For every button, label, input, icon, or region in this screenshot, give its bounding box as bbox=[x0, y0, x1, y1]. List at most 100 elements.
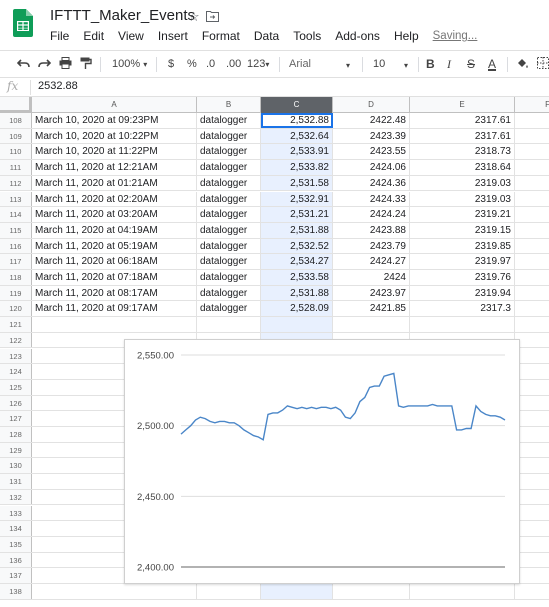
menu-insert[interactable]: Insert bbox=[151, 28, 195, 44]
cell-value-e[interactable]: 2319.85 bbox=[410, 238, 515, 254]
cell-value-c[interactable]: 2,532.64 bbox=[261, 128, 333, 144]
column-header-d[interactable]: D bbox=[333, 97, 410, 113]
row-number[interactable]: 132 bbox=[0, 489, 32, 505]
cell-value-c[interactable]: 2,533.82 bbox=[261, 160, 333, 175]
cell-value-e[interactable]: 2317.61 bbox=[410, 113, 515, 128]
font-size-select[interactable]: 10 bbox=[373, 56, 385, 72]
cell-timestamp[interactable]: March 11, 2020 at 05:19AM bbox=[32, 238, 197, 254]
row-number[interactable]: 115 bbox=[0, 222, 32, 238]
row-number[interactable]: 129 bbox=[0, 442, 32, 458]
cell-empty-f[interactable] bbox=[515, 270, 549, 285]
font-chevron-down-icon[interactable]: ▾ bbox=[346, 58, 350, 74]
cell-value-e[interactable]: 2319.76 bbox=[410, 270, 515, 285]
row-number[interactable]: 116 bbox=[0, 238, 32, 254]
cell-source[interactable]: datalogger bbox=[197, 270, 261, 285]
row-number[interactable]: 117 bbox=[0, 254, 32, 269]
cell-value-e[interactable] bbox=[410, 584, 515, 599]
menu-view[interactable]: View bbox=[111, 28, 151, 44]
redo-icon[interactable] bbox=[38, 57, 51, 69]
cell-source[interactable]: datalogger bbox=[197, 113, 261, 128]
cell-timestamp[interactable]: March 11, 2020 at 04:19AM bbox=[32, 222, 197, 238]
row-number[interactable]: 138 bbox=[0, 584, 32, 599]
borders-icon[interactable] bbox=[537, 57, 549, 69]
cell-timestamp[interactable]: March 11, 2020 at 09:17AM bbox=[32, 301, 197, 317]
menu-addons[interactable]: Add-ons bbox=[328, 28, 387, 44]
move-to-folder-icon[interactable] bbox=[206, 9, 219, 22]
row-number[interactable]: 121 bbox=[0, 317, 32, 332]
cell-empty-f[interactable] bbox=[515, 160, 549, 175]
font-family-select[interactable]: Arial bbox=[289, 56, 311, 72]
cell-value-c[interactable]: 2,531.58 bbox=[261, 175, 333, 191]
menu-data[interactable]: Data bbox=[247, 28, 286, 44]
cell-empty-f[interactable] bbox=[515, 129, 549, 144]
cell-timestamp[interactable]: March 11, 2020 at 02:20AM bbox=[32, 191, 197, 207]
cell-value-d[interactable]: 2422.48 bbox=[333, 113, 410, 128]
row-number[interactable]: 109 bbox=[0, 128, 32, 144]
cell-source[interactable]: datalogger bbox=[197, 285, 261, 301]
cell-value-d[interactable]: 2423.39 bbox=[333, 128, 410, 144]
row-number[interactable]: 125 bbox=[0, 379, 32, 395]
cell-value-e[interactable]: 2319.21 bbox=[410, 207, 515, 222]
cell-timestamp[interactable]: March 11, 2020 at 07:18AM bbox=[32, 270, 197, 285]
column-header-b[interactable]: B bbox=[197, 97, 261, 113]
cell-value-e[interactable]: 2319.97 bbox=[410, 254, 515, 269]
zoom-select[interactable]: 100% ▾ bbox=[112, 56, 147, 73]
cell-value-d[interactable] bbox=[333, 317, 410, 332]
row-number[interactable]: 130 bbox=[0, 458, 32, 474]
menu-edit[interactable]: Edit bbox=[76, 28, 111, 44]
cell-value-c[interactable]: 2,531.88 bbox=[261, 222, 333, 238]
more-formats-select[interactable]: 123▾ bbox=[247, 56, 269, 73]
cell-value-d[interactable]: 2423.79 bbox=[333, 238, 410, 254]
column-header-c[interactable]: C bbox=[261, 97, 333, 113]
print-icon[interactable] bbox=[59, 57, 72, 69]
cell-source[interactable] bbox=[197, 317, 261, 332]
cell-timestamp[interactable]: March 11, 2020 at 03:20AM bbox=[32, 207, 197, 222]
cell-timestamp[interactable]: March 10, 2020 at 09:23PM bbox=[32, 113, 197, 128]
cell-timestamp[interactable]: March 11, 2020 at 12:21AM bbox=[32, 160, 197, 175]
row-number[interactable]: 118 bbox=[0, 270, 32, 285]
cell-value-c[interactable]: 2,533.58 bbox=[261, 270, 333, 285]
cell-value-d[interactable]: 2423.55 bbox=[333, 144, 410, 160]
cell-value-e[interactable]: 2319.03 bbox=[410, 175, 515, 191]
cell-timestamp[interactable]: March 10, 2020 at 10:22PM bbox=[32, 128, 197, 144]
cell-value-e[interactable]: 2318.73 bbox=[410, 144, 515, 160]
select-all-corner[interactable] bbox=[0, 97, 32, 113]
increase-decimal-button[interactable]: .00 bbox=[226, 56, 241, 72]
row-number[interactable]: 113 bbox=[0, 191, 32, 207]
cell-timestamp[interactable]: March 10, 2020 at 11:22PM bbox=[32, 144, 197, 160]
column-header-f[interactable]: F bbox=[515, 97, 549, 113]
cell-empty-f[interactable] bbox=[515, 584, 549, 599]
currency-format-button[interactable]: $ bbox=[168, 56, 174, 72]
cell-empty-f[interactable] bbox=[515, 207, 549, 222]
cell-value-e[interactable]: 2317.61 bbox=[410, 128, 515, 144]
text-color-button[interactable]: A bbox=[488, 56, 496, 72]
font-size-chevron-down-icon[interactable]: ▾ bbox=[404, 58, 408, 74]
column-header-a[interactable]: A bbox=[32, 97, 197, 113]
cell-timestamp[interactable]: March 11, 2020 at 08:17AM bbox=[32, 285, 197, 301]
row-number[interactable]: 136 bbox=[0, 552, 32, 568]
cell-empty-f[interactable] bbox=[515, 317, 549, 332]
cell-value-c[interactable]: 2,534.27 bbox=[261, 254, 333, 269]
cell-timestamp[interactable] bbox=[32, 584, 197, 599]
cell-source[interactable]: datalogger bbox=[197, 191, 261, 207]
row-number[interactable]: 127 bbox=[0, 411, 32, 426]
cell-source[interactable]: datalogger bbox=[197, 207, 261, 222]
cell-empty-f[interactable] bbox=[515, 176, 549, 191]
paint-format-icon[interactable] bbox=[80, 57, 92, 70]
cell-timestamp[interactable]: March 11, 2020 at 06:18AM bbox=[32, 254, 197, 269]
row-number[interactable]: 123 bbox=[0, 348, 32, 364]
column-header-e[interactable]: E bbox=[410, 97, 515, 113]
series-line[interactable] bbox=[180, 372, 506, 441]
cell-value-c[interactable]: 2,533.91 bbox=[261, 144, 333, 160]
cell-timestamp[interactable] bbox=[32, 317, 197, 332]
cell-value-d[interactable]: 2423.88 bbox=[333, 222, 410, 238]
strikethrough-button[interactable]: S bbox=[467, 56, 475, 72]
cell-value-c[interactable] bbox=[261, 317, 333, 332]
cell-source[interactable]: datalogger bbox=[197, 144, 261, 160]
cell-source[interactable]: datalogger bbox=[197, 301, 261, 317]
menu-format[interactable]: Format bbox=[195, 28, 247, 44]
row-number[interactable]: 124 bbox=[0, 364, 32, 379]
save-status[interactable]: Saving... bbox=[433, 28, 478, 44]
cell-value-c[interactable]: 2,531.21 bbox=[261, 207, 333, 222]
cell-empty-f[interactable] bbox=[515, 239, 549, 254]
